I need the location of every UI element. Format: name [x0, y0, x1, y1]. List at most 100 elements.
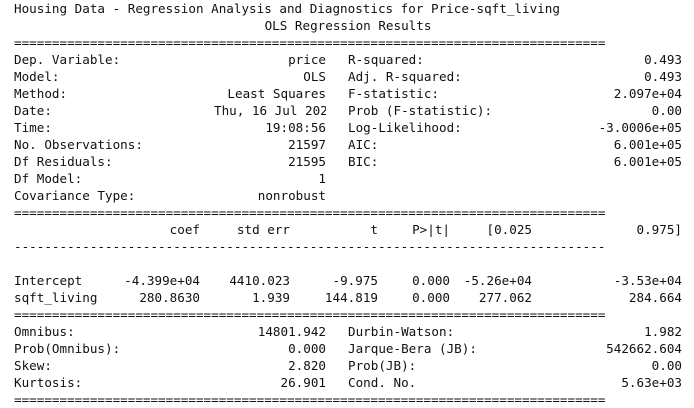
stat-label: Prob (F-statistic): [348, 103, 493, 118]
stat-value: price [288, 52, 326, 67]
table-row: Dep. Variable: price R-squared: 0.493 [14, 51, 682, 68]
coef-value: 0.000 [412, 273, 450, 288]
column-gap [326, 374, 348, 391]
stat-label: Dep. Variable: [14, 52, 121, 67]
stat-value: 21595 [288, 154, 326, 169]
single-rule: ----------------------------------------… [14, 239, 606, 254]
stat-value: nonrobust [257, 188, 326, 203]
column-gap [326, 357, 348, 374]
stat-label: Kurtosis: [14, 375, 83, 390]
coef-value: -5.26e+04 [463, 273, 532, 288]
column-header [14, 221, 112, 238]
double-rule: ========================================… [14, 307, 606, 322]
stat-label: Covariance Type: [14, 188, 136, 203]
stat-value: 2.097e+04 [613, 86, 682, 101]
stat-label: Prob(JB): [348, 358, 417, 373]
stat-label: Log-Likelihood: [348, 120, 462, 135]
column-gap [326, 85, 348, 102]
stat-label: Method: [14, 86, 68, 101]
table-row: Date: Thu, 16 Jul 2020 Prob (F-statistic):… [14, 102, 682, 119]
coef-value: 0.000 [412, 290, 450, 305]
stat-value: 6.001e+05 [613, 154, 682, 169]
coef-value: -4.399e+04 [124, 273, 200, 288]
column-gap [326, 170, 348, 187]
coef-value: -3.53e+04 [613, 273, 682, 288]
coef-value: -9.975 [332, 273, 379, 288]
double-rule: ========================================… [14, 205, 606, 220]
coef-value: 1.939 [252, 290, 290, 305]
report-subtitle: OLS Regression Results [264, 18, 432, 33]
stat-label [348, 170, 548, 187]
stat-value: 19:08:56 [265, 120, 326, 135]
stat-label: No. Observations: [14, 137, 143, 152]
table-row: Model: OLS Adj. R-squared: 0.493 [14, 68, 682, 85]
diagnostics-table: Omnibus: 14801.942 Durbin-Watson: 1.982 Prob… [14, 323, 682, 391]
table-row: No. Observations: 21597 AIC: 6.001e+05 [14, 136, 682, 153]
stat-value: Least Squares [227, 86, 326, 101]
stat-value: 0.00 [651, 358, 682, 373]
stat-label: Omnibus: [14, 324, 75, 339]
column-gap [326, 323, 348, 340]
column-gap [326, 340, 348, 357]
column-gap [326, 153, 348, 170]
column-header: coef [169, 222, 200, 237]
table-row: Kurtosis: 26.901 Cond. No. 5.63e+03 [14, 374, 682, 391]
stat-label: Durbin-Watson: [348, 324, 455, 339]
coef-value: 280.8630 [139, 290, 200, 305]
stat-value: 542662.604 [606, 341, 682, 356]
double-rule: ========================================… [14, 392, 606, 407]
table-row: sqft_living 280.8630 1.939 144.819 0.000 277.… [14, 289, 682, 306]
table-row: Df Residuals: 21595 BIC: 6.001e+05 [14, 153, 682, 170]
stat-label: F-statistic: [348, 86, 439, 101]
stat-value: 14801.942 [257, 324, 326, 339]
stat-value [548, 170, 682, 187]
stat-value: 0.000 [288, 341, 326, 356]
stat-value: 2.820 [288, 358, 326, 373]
stat-value: 1 [318, 171, 326, 186]
column-gap [326, 102, 348, 119]
stat-label: Skew: [14, 358, 52, 373]
coef-table: Intercept -4.399e+04 4410.023 -9.975 0.000 -5… [14, 255, 682, 306]
stat-value: 0.00 [651, 103, 682, 118]
stat-value: 0.493 [644, 52, 682, 67]
report-title: Housing Data - Regression Analysis and D… [14, 1, 560, 16]
coef-value: 284.664 [628, 290, 682, 305]
table-row: Time: 19:08:56 Log-Likelihood: -3.0006e+05 [14, 119, 682, 136]
column-gap [326, 68, 348, 85]
variable-name: Intercept [14, 273, 83, 288]
model-info-table: Dep. Variable: price R-squared: 0.493 Model:… [14, 51, 682, 204]
stat-label: AIC: [348, 137, 379, 152]
coef-value: 144.819 [324, 290, 378, 305]
stat-value: 5.63e+03 [621, 375, 682, 390]
column-header: std err [236, 222, 290, 237]
column-gap [326, 51, 348, 68]
table-row: Method: Least Squares F-statistic: 2.097e+0… [14, 85, 682, 102]
stat-value [548, 187, 682, 204]
stat-value: 0.493 [644, 69, 682, 84]
table-row: Df Model: 1 [14, 170, 682, 187]
ols-summary: Housing Data - Regression Analysis and D… [14, 0, 682, 408]
stat-label: BIC: [348, 154, 379, 169]
table-row: Skew: 2.820 Prob(JB): 0.00 [14, 357, 682, 374]
variable-name: sqft_living [14, 290, 98, 305]
stat-value: 1.982 [644, 324, 682, 339]
column-header: t [370, 222, 378, 237]
stat-value: 26.901 [280, 375, 327, 390]
table-row: Prob(Omnibus): 0.000 Jarque-Bera (JB): 5426… [14, 340, 682, 357]
stat-label: Df Model: [14, 171, 83, 186]
stat-label: Cond. No. [348, 375, 417, 390]
stat-label: Time: [14, 120, 52, 135]
column-gap [326, 119, 348, 136]
stat-value: Thu, 16 Jul 2020 [214, 103, 326, 118]
stat-label [348, 187, 548, 204]
table-row: Omnibus: 14801.942 Durbin-Watson: 1.982 [14, 323, 682, 340]
column-header: P>|t| [412, 222, 450, 237]
column-header: 0.975] [636, 222, 683, 237]
table-row: Covariance Type: nonrobust [14, 187, 682, 204]
column-header: [0.025 [486, 222, 533, 237]
stat-value: 6.001e+05 [613, 137, 682, 152]
stat-label: Date: [14, 103, 52, 118]
table-row: Intercept -4.399e+04 4410.023 -9.975 0.000 -5… [14, 272, 682, 289]
stat-label: Df Residuals: [14, 154, 113, 169]
